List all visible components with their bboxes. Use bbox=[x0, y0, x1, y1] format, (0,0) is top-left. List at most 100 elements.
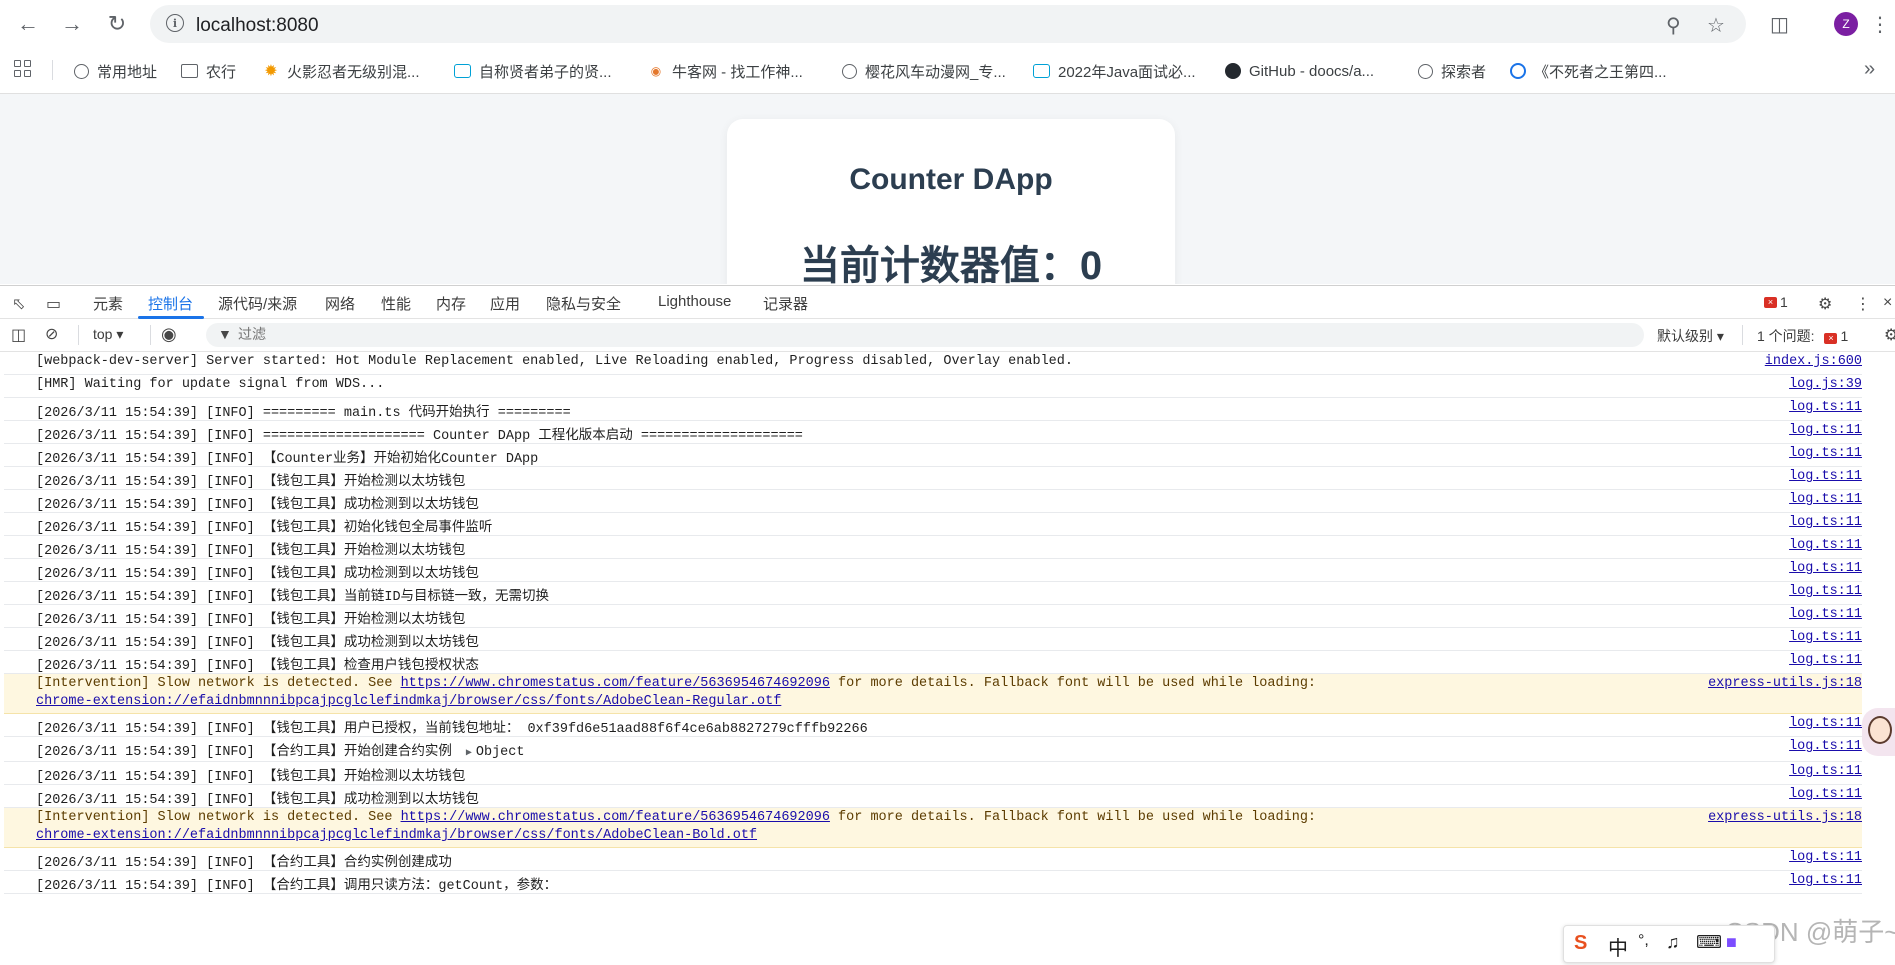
log-level-dropdown[interactable]: 默认级别 ▾ bbox=[1657, 326, 1724, 346]
console-log: [webpack-dev-server] Server started: Hot… bbox=[0, 352, 1862, 965]
source-link[interactable]: log.ts:11 bbox=[1789, 469, 1862, 484]
bookmark-star-icon[interactable]: ☆ bbox=[1707, 13, 1725, 38]
source-link[interactable]: log.ts:11 bbox=[1789, 400, 1862, 415]
browser-toolbar: ← → ↻ i localhost:8080 ⚲ ☆ ◫ Z ⋮ bbox=[0, 0, 1895, 48]
source-link[interactable]: log.ts:11 bbox=[1789, 423, 1862, 438]
settings-gear-icon[interactable]: ⚙ bbox=[1818, 294, 1832, 314]
source-link[interactable]: log.ts:11 bbox=[1789, 492, 1862, 507]
bookmark-label: 火影忍者无级别混... bbox=[287, 63, 420, 81]
eye-icon[interactable]: ◉ bbox=[161, 324, 177, 345]
console-filter[interactable]: ▼ bbox=[206, 323, 1644, 347]
ime-toolbar[interactable]: S 中 °, ♫ ⌨ ■ bbox=[1563, 925, 1775, 963]
warning-font-link[interactable]: chrome-extension://efaidnbmnnnibpcajpcgl… bbox=[36, 828, 757, 843]
assistant-avatar[interactable] bbox=[1862, 708, 1895, 756]
source-link[interactable]: log.ts:11 bbox=[1789, 787, 1862, 802]
source-link[interactable]: log.ts:11 bbox=[1789, 764, 1862, 779]
source-link[interactable]: express-utils.js:18 bbox=[1708, 810, 1862, 825]
bookmark-item[interactable]: 樱花风车动漫网_专... bbox=[842, 60, 1006, 82]
tab-console[interactable]: 控制台 bbox=[148, 293, 193, 314]
log-level-value: 默认级别 bbox=[1657, 328, 1713, 344]
bookmarks-overflow-icon[interactable]: » bbox=[1864, 58, 1875, 81]
back-button[interactable]: ← bbox=[14, 10, 42, 38]
source-link[interactable]: log.ts:11 bbox=[1789, 739, 1862, 754]
source-link[interactable]: log.ts:11 bbox=[1789, 584, 1862, 599]
console-row: [2026/3/11 15:54:39] [INFO] 【Counter业务】开… bbox=[4, 444, 1862, 467]
console-message: [2026/3/11 15:54:39] [INFO] 【钱包工具】开始检测以太… bbox=[36, 770, 466, 785]
tab-lighthouse[interactable]: Lighthouse bbox=[658, 293, 731, 310]
warning-font-link[interactable]: chrome-extension://efaidnbmnnnibpcajpcgl… bbox=[36, 694, 781, 709]
bookmark-item[interactable]: ✹ 火影忍者无级别混... bbox=[263, 60, 420, 82]
source-link[interactable]: index.js:600 bbox=[1765, 354, 1862, 369]
bookmark-item[interactable]: 农行 bbox=[181, 60, 236, 82]
close-devtools-icon[interactable]: × bbox=[1883, 294, 1892, 312]
console-row: [2026/3/11 15:54:39] [INFO] 【钱包工具】成功检测到以… bbox=[4, 490, 1862, 513]
tab-application[interactable]: 应用 bbox=[490, 293, 520, 314]
tab-performance[interactable]: 性能 bbox=[381, 293, 411, 314]
console-row: [2026/3/11 15:54:39] [INFO] 【钱包工具】开始检测以太… bbox=[4, 605, 1862, 628]
tab-recorder[interactable]: 记录器 bbox=[763, 293, 808, 314]
console-row: [2026/3/11 15:54:39] [INFO] 【钱包工具】当前链ID与… bbox=[4, 582, 1862, 605]
console-message: [2026/3/11 15:54:39] [INFO] 【钱包工具】检查用户钱包… bbox=[36, 659, 479, 674]
apps-grid-icon[interactable] bbox=[14, 60, 34, 80]
extensions-icon[interactable]: ◫ bbox=[1770, 12, 1789, 37]
profile-avatar[interactable]: Z bbox=[1834, 12, 1858, 36]
source-link[interactable]: log.ts:11 bbox=[1789, 538, 1862, 553]
bookmark-item[interactable]: 《不死者之王第四... bbox=[1510, 60, 1667, 82]
source-link[interactable]: log.ts:11 bbox=[1789, 716, 1862, 731]
console-settings-icon[interactable]: ⚙ bbox=[1884, 325, 1895, 345]
bookmark-item[interactable]: 探索者 bbox=[1418, 60, 1486, 82]
tab-elements[interactable]: 元素 bbox=[93, 293, 123, 314]
source-link[interactable]: log.ts:11 bbox=[1789, 873, 1862, 888]
keyboard-icon[interactable]: ⌨ bbox=[1696, 932, 1722, 953]
sidebar-toggle-icon[interactable]: ◫ bbox=[11, 325, 26, 345]
bookmark-label: 探索者 bbox=[1441, 63, 1487, 81]
source-link[interactable]: log.ts:11 bbox=[1789, 446, 1862, 461]
ime-punctuation-icon[interactable]: °, bbox=[1638, 932, 1649, 950]
issues-button[interactable]: 1 个问题: × 1 bbox=[1757, 326, 1848, 346]
console-message: [2026/3/11 15:54:39] [INFO] 【合约工具】合约实例创建… bbox=[36, 856, 452, 871]
tab-memory[interactable]: 内存 bbox=[436, 293, 466, 314]
tab-network[interactable]: 网络 bbox=[325, 293, 355, 314]
bookmark-item[interactable]: 2022年Java面试必... bbox=[1033, 60, 1196, 82]
tab-sources[interactable]: 源代码/来源 bbox=[218, 293, 297, 314]
zoom-icon[interactable]: ⚲ bbox=[1666, 13, 1681, 38]
bookmark-item[interactable]: 自称贤者弟子的贤... bbox=[454, 60, 612, 82]
warning-link[interactable]: https://www.chromestatus.com/feature/563… bbox=[401, 810, 830, 825]
object-preview[interactable]: Object bbox=[476, 745, 525, 760]
filter-input[interactable] bbox=[238, 326, 438, 342]
devtools-menu-icon[interactable]: ⋮ bbox=[1855, 294, 1871, 314]
source-link[interactable]: log.ts:11 bbox=[1789, 515, 1862, 530]
source-link[interactable]: log.ts:11 bbox=[1789, 561, 1862, 576]
warning-link[interactable]: https://www.chromestatus.com/feature/563… bbox=[401, 676, 830, 691]
expand-triangle-icon[interactable]: ▶ bbox=[466, 747, 472, 759]
console-message: [HMR] Waiting for update signal from WDS… bbox=[36, 377, 385, 392]
tab-privacy-security[interactable]: 隐私与安全 bbox=[546, 293, 621, 314]
bookmark-item[interactable]: GitHub - doocs/a... bbox=[1225, 60, 1374, 82]
console-message: [2026/3/11 15:54:39] [INFO] 【钱包工具】开始检测以太… bbox=[36, 475, 466, 490]
error-count-badge[interactable]: × 1 bbox=[1764, 294, 1788, 310]
source-link[interactable]: log.ts:11 bbox=[1789, 607, 1862, 622]
source-link[interactable]: log.ts:11 bbox=[1789, 630, 1862, 645]
source-link[interactable]: log.ts:11 bbox=[1789, 653, 1862, 668]
ime-language[interactable]: 中 bbox=[1608, 932, 1628, 961]
browser-menu-icon[interactable]: ⋮ bbox=[1870, 12, 1890, 37]
address-bar[interactable]: i localhost:8080 ⚲ ☆ bbox=[150, 5, 1746, 43]
inspect-element-icon[interactable]: ⬁ bbox=[12, 294, 25, 314]
source-link[interactable]: log.ts:11 bbox=[1789, 850, 1862, 865]
device-toolbar-icon[interactable]: ▭ bbox=[46, 294, 61, 314]
error-icon: × bbox=[1764, 296, 1777, 308]
ime-skin-icon[interactable]: ■ bbox=[1726, 932, 1737, 953]
context-selector[interactable]: top ▾ bbox=[93, 326, 123, 343]
clear-console-icon[interactable]: ⊘ bbox=[45, 324, 58, 344]
source-link[interactable]: express-utils.js:18 bbox=[1708, 676, 1862, 691]
bookmark-item[interactable]: ◉ 牛客网 - 找工作神... bbox=[648, 60, 803, 82]
microphone-icon[interactable]: ♫ bbox=[1666, 932, 1680, 953]
site-info-icon[interactable]: i bbox=[166, 14, 184, 32]
console-message: [2026/3/11 15:54:39] [INFO] 【钱包工具】用户已授权，… bbox=[36, 722, 868, 737]
bookmark-item[interactable]: 常用地址 bbox=[74, 60, 157, 82]
reload-button[interactable]: ↻ bbox=[103, 10, 131, 38]
forward-button[interactable]: → bbox=[58, 10, 86, 38]
console-message: [2026/3/11 15:54:39] [INFO] 【钱包工具】当前链ID与… bbox=[36, 590, 550, 605]
source-link[interactable]: log.js:39 bbox=[1789, 377, 1862, 392]
folder-icon bbox=[181, 64, 198, 78]
